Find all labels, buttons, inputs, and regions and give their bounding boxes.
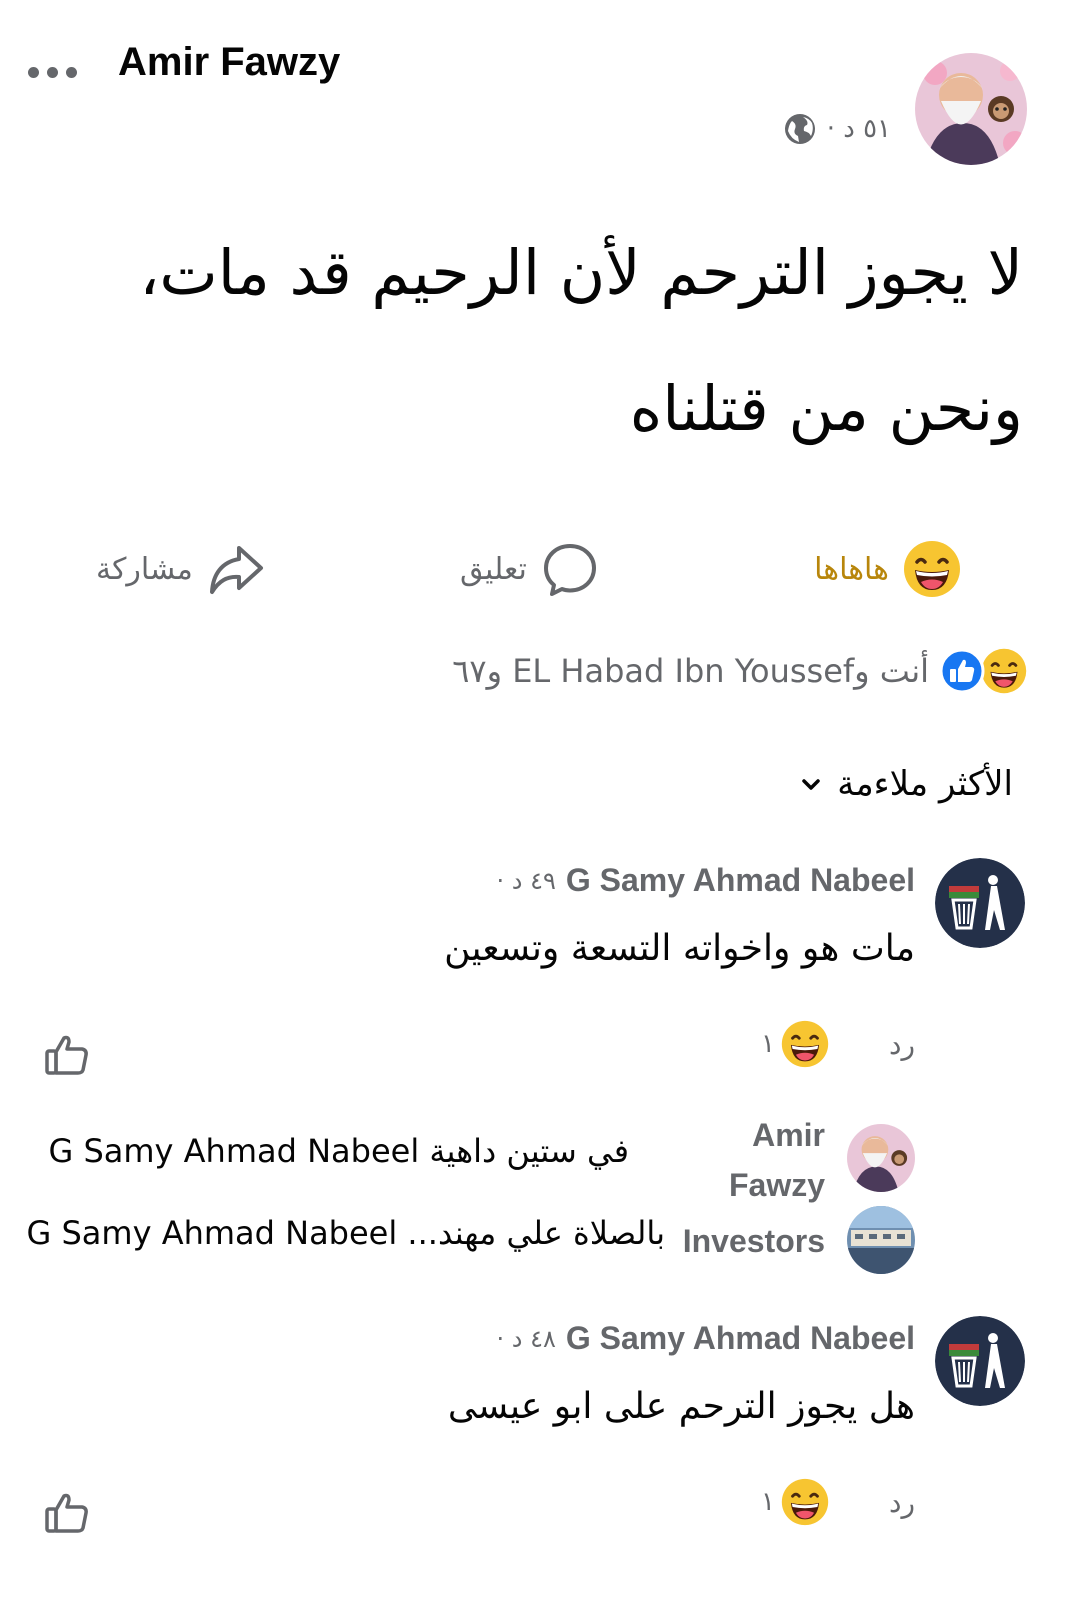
haha-icon	[781, 1020, 829, 1068]
reply-avatar[interactable]	[847, 1206, 915, 1274]
comment-actions: رد ١	[761, 1020, 915, 1068]
comment-reactions[interactable]: ١	[761, 1478, 829, 1526]
more-options-icon[interactable]	[28, 64, 84, 80]
comment-header: G Samy Ahmad Nabeel ٤٨ د ·	[496, 1320, 915, 1357]
sort-dropdown[interactable]: الأكثر ملاءمة	[799, 764, 1013, 804]
comment-author-name[interactable]: G Samy Ahmad Nabeel	[566, 1320, 915, 1357]
post-author-name[interactable]: Amir Fawzy	[118, 40, 340, 85]
reactions-summary-text: أنت وEL Habad Ibn Youssef و٦٧	[452, 652, 929, 690]
comment-button[interactable]: تعليق	[460, 540, 599, 598]
comment-reaction-count: ١	[761, 1029, 775, 1059]
reply-button[interactable]: رد	[889, 1028, 915, 1061]
dot	[66, 66, 77, 78]
reply-author-name[interactable]: Amir Fawzy	[705, 1110, 825, 1210]
comment-header: G Samy Ahmad Nabeel ٤٩ د ·	[496, 862, 915, 899]
comment-avatar[interactable]	[935, 858, 1025, 948]
post-time[interactable]: ٥١ د ·	[827, 114, 891, 144]
comment-icon	[543, 544, 596, 596]
reply-text: في ستين داهية G Samy Ahmad Nabeel	[48, 1132, 629, 1170]
like-outline-icon[interactable]	[44, 1490, 90, 1536]
chevron-down-icon	[802, 779, 820, 790]
dot	[47, 66, 58, 78]
comment-text: هل يجوز الترحم على ابو عيسى	[447, 1386, 915, 1427]
reaction-icons	[939, 648, 1027, 694]
reply-button[interactable]: رد	[889, 1486, 915, 1519]
react-button[interactable]: هاهاها	[814, 540, 961, 598]
comment-avatar[interactable]	[935, 1316, 1025, 1406]
globe-icon	[784, 114, 815, 144]
reply-avatar[interactable]	[847, 1124, 915, 1192]
sort-label: الأكثر ملاءمة	[837, 764, 1013, 804]
share-icon	[209, 546, 263, 594]
reply-author-name[interactable]: Investors	[683, 1216, 825, 1266]
like-outline-icon[interactable]	[44, 1032, 90, 1078]
comment-reaction-count: ١	[761, 1487, 775, 1517]
comment-time: ٤٩ د ·	[496, 866, 556, 895]
post-author-avatar[interactable]	[915, 53, 1027, 165]
haha-icon	[904, 541, 960, 597]
share-label: مشاركة	[96, 551, 193, 587]
reactions-summary[interactable]: أنت وEL Habad Ibn Youssef و٦٧	[452, 648, 1027, 694]
share-button[interactable]: مشاركة	[96, 540, 265, 598]
haha-icon	[981, 648, 1027, 694]
comment-actions: رد ١	[761, 1478, 915, 1526]
comment-time: ٤٨ د ·	[496, 1324, 556, 1353]
reply-text: بالصلاة علي مهند... G Samy Ahmad Nabeel	[26, 1214, 665, 1252]
comment-reactions[interactable]: ١	[761, 1020, 829, 1068]
dot	[28, 66, 39, 78]
react-label: هاهاها	[814, 551, 889, 587]
post-meta: ٥١ د ·	[783, 112, 891, 146]
comment-label: تعليق	[460, 551, 527, 587]
haha-icon	[781, 1478, 829, 1526]
comment-author-name[interactable]: G Samy Ahmad Nabeel	[566, 862, 915, 899]
comment-text: مات هو واخواته التسعة وتسعين	[444, 928, 915, 969]
like-icon	[939, 648, 985, 694]
post-text: لا يجوز الترحم لأن الرحيم قد مات، ونحن م…	[139, 236, 1023, 445]
